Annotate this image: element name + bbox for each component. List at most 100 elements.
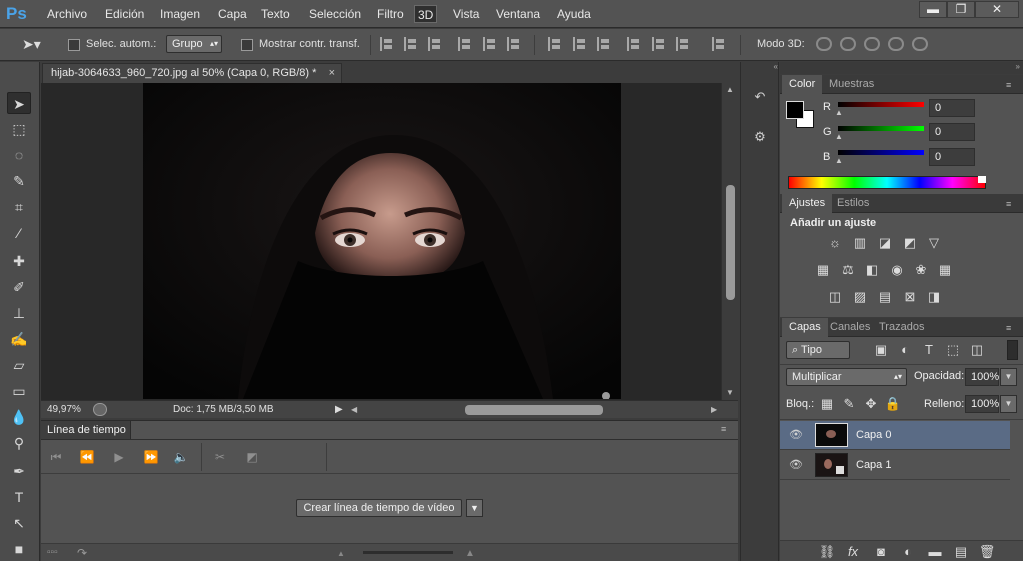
move-tool-preset-icon[interactable]: ➤▾: [22, 36, 48, 54]
channel-b-value[interactable]: 0: [929, 148, 975, 166]
align-left-icon[interactable]: [458, 37, 472, 51]
align-vcenter-icon[interactable]: [404, 37, 418, 51]
3d-pan-icon[interactable]: [864, 37, 880, 51]
zoom-out-icon[interactable]: ▲: [337, 549, 345, 558]
distribute-right-icon[interactable]: [676, 37, 690, 51]
audio-icon[interactable]: 🔈: [172, 449, 190, 465]
lock-all-icon[interactable]: 🔒: [884, 396, 902, 412]
frames-icon[interactable]: ▫▫▫: [47, 547, 58, 558]
move-tool-icon[interactable]: ➤: [7, 92, 31, 114]
fill-input[interactable]: 100%: [965, 395, 999, 413]
distribute-top-icon[interactable]: [548, 37, 562, 51]
lock-image-icon[interactable]: ✎: [840, 396, 858, 412]
timeline-type-dropdown-icon[interactable]: ▼: [466, 499, 483, 517]
menu-ventana[interactable]: Ventana: [493, 5, 543, 23]
filter-shape-icon[interactable]: ⬚: [944, 342, 962, 358]
eyedropper-tool-icon[interactable]: ⁄: [7, 222, 31, 244]
auto-select-checkbox[interactable]: [68, 39, 80, 51]
foreground-color-swatch[interactable]: [786, 101, 804, 119]
menu-filtro[interactable]: Filtro: [374, 5, 407, 23]
tab-capas[interactable]: Capas: [782, 318, 828, 337]
panel-menu-icon[interactable]: ≡: [1006, 200, 1020, 209]
filter-pixel-icon[interactable]: ▣: [872, 342, 890, 358]
channel-g-value[interactable]: 0: [929, 123, 975, 141]
threshold-icon[interactable]: ▤: [876, 289, 894, 305]
layer-name[interactable]: Capa 0: [856, 429, 891, 441]
color-lookup-icon[interactable]: ▦: [936, 262, 954, 278]
hue-saturation-icon[interactable]: ▦: [814, 262, 832, 278]
layer-style-icon[interactable]: fx: [844, 544, 862, 560]
invert-icon[interactable]: ◫: [826, 289, 844, 305]
play-icon[interactable]: ▶: [110, 449, 128, 465]
levels-icon[interactable]: ▥: [851, 235, 869, 251]
healing-brush-tool-icon[interactable]: ✚: [7, 250, 31, 272]
gradient-map-icon[interactable]: ◨: [925, 289, 943, 305]
vertical-scrollbar[interactable]: ▲ ▼: [721, 83, 738, 400]
menu-seleccion[interactable]: Selección: [306, 5, 364, 23]
adjustment-layer-icon[interactable]: ◐: [899, 544, 917, 560]
posterize-icon[interactable]: ▨: [851, 289, 869, 305]
opacity-input[interactable]: 100%: [965, 368, 999, 386]
marquee-tool-icon[interactable]: ⬚: [7, 118, 31, 140]
brush-tool-icon[interactable]: ✐: [7, 276, 31, 298]
panel-menu-icon[interactable]: ≡: [1006, 324, 1020, 333]
distribute-bottom-icon[interactable]: [597, 37, 611, 51]
tab-estilos[interactable]: Estilos: [830, 194, 876, 213]
scroll-left-icon[interactable]: ◀: [351, 401, 357, 418]
fill-dropdown-icon[interactable]: ▼: [1000, 395, 1017, 413]
zoom-in-icon[interactable]: ▲: [465, 548, 475, 559]
tab-ajustes[interactable]: Ajustes: [782, 194, 833, 213]
align-right-icon[interactable]: [507, 37, 521, 51]
canvas-image[interactable]: [143, 83, 621, 399]
slider-handle-icon[interactable]: ▲: [835, 108, 843, 117]
layer-row-capa-0[interactable]: 👁 Capa 0: [780, 421, 1010, 450]
convert-arrow-icon[interactable]: ↷: [77, 546, 87, 560]
lasso-tool-icon[interactable]: ◌: [7, 144, 31, 166]
menu-ayuda[interactable]: Ayuda: [554, 5, 594, 23]
expand-panels-icon[interactable]: »: [780, 62, 1023, 74]
photo-filter-icon[interactable]: ◉: [888, 262, 906, 278]
split-scissors-icon[interactable]: ✂: [211, 449, 229, 465]
lock-position-icon[interactable]: ✥: [862, 396, 880, 412]
group-select[interactable]: Grupo ▴▾: [166, 35, 222, 53]
history-brush-tool-icon[interactable]: ✍: [7, 328, 31, 350]
show-transform-checkbox[interactable]: [241, 39, 253, 51]
close-tab-icon[interactable]: ×: [329, 64, 335, 83]
pen-tool-icon[interactable]: ✒: [7, 460, 31, 482]
filter-type-icon[interactable]: T: [920, 342, 938, 358]
menu-texto[interactable]: Texto: [258, 5, 293, 23]
3d-slide-icon[interactable]: [888, 37, 904, 51]
align-top-icon[interactable]: [380, 37, 394, 51]
minimize-button[interactable]: ▬: [919, 1, 947, 18]
distribute-hcenter-icon[interactable]: [652, 37, 666, 51]
align-hcenter-icon[interactable]: [483, 37, 497, 51]
zoom-level[interactable]: 49,97%: [47, 401, 81, 418]
menu-vista[interactable]: Vista: [450, 5, 482, 23]
horizontal-scroll-thumb[interactable]: [465, 405, 603, 415]
color-spectrum-ramp[interactable]: [788, 176, 986, 189]
black-white-icon[interactable]: ◧: [863, 262, 881, 278]
distribute-left-icon[interactable]: [627, 37, 641, 51]
filter-adjustment-icon[interactable]: ◐: [896, 342, 914, 358]
channel-g-slider[interactable]: [838, 126, 924, 131]
create-video-timeline-button[interactable]: Crear línea de tiempo de vídeo: [296, 499, 462, 517]
color-balance-icon[interactable]: ⚖: [839, 262, 857, 278]
slider-handle-icon[interactable]: ▲: [835, 132, 843, 141]
channel-b-slider[interactable]: [838, 150, 924, 155]
link-layers-icon[interactable]: ⛓: [818, 544, 836, 560]
menu-imagen[interactable]: Imagen: [157, 5, 203, 23]
path-selection-tool-icon[interactable]: ↖: [7, 512, 31, 534]
visibility-eye-icon[interactable]: 👁: [789, 428, 803, 442]
stamp-tool-icon[interactable]: ⊥: [7, 302, 31, 324]
selective-color-icon[interactable]: ⊠: [901, 289, 919, 305]
menu-edicion[interactable]: Edición: [102, 5, 147, 23]
tab-color[interactable]: Color: [782, 75, 823, 94]
slider-handle-icon[interactable]: ▲: [835, 156, 843, 165]
channel-mixer-icon[interactable]: ❀: [912, 262, 930, 278]
next-frame-icon[interactable]: ⏩: [142, 449, 160, 465]
status-menu-arrow-icon[interactable]: ▶: [335, 401, 343, 418]
vibrance-icon[interactable]: ▽: [925, 235, 943, 251]
white-swatch[interactable]: [978, 176, 986, 183]
restore-button[interactable]: ❐: [947, 1, 975, 18]
properties-panel-icon[interactable]: ⚙: [747, 124, 773, 150]
